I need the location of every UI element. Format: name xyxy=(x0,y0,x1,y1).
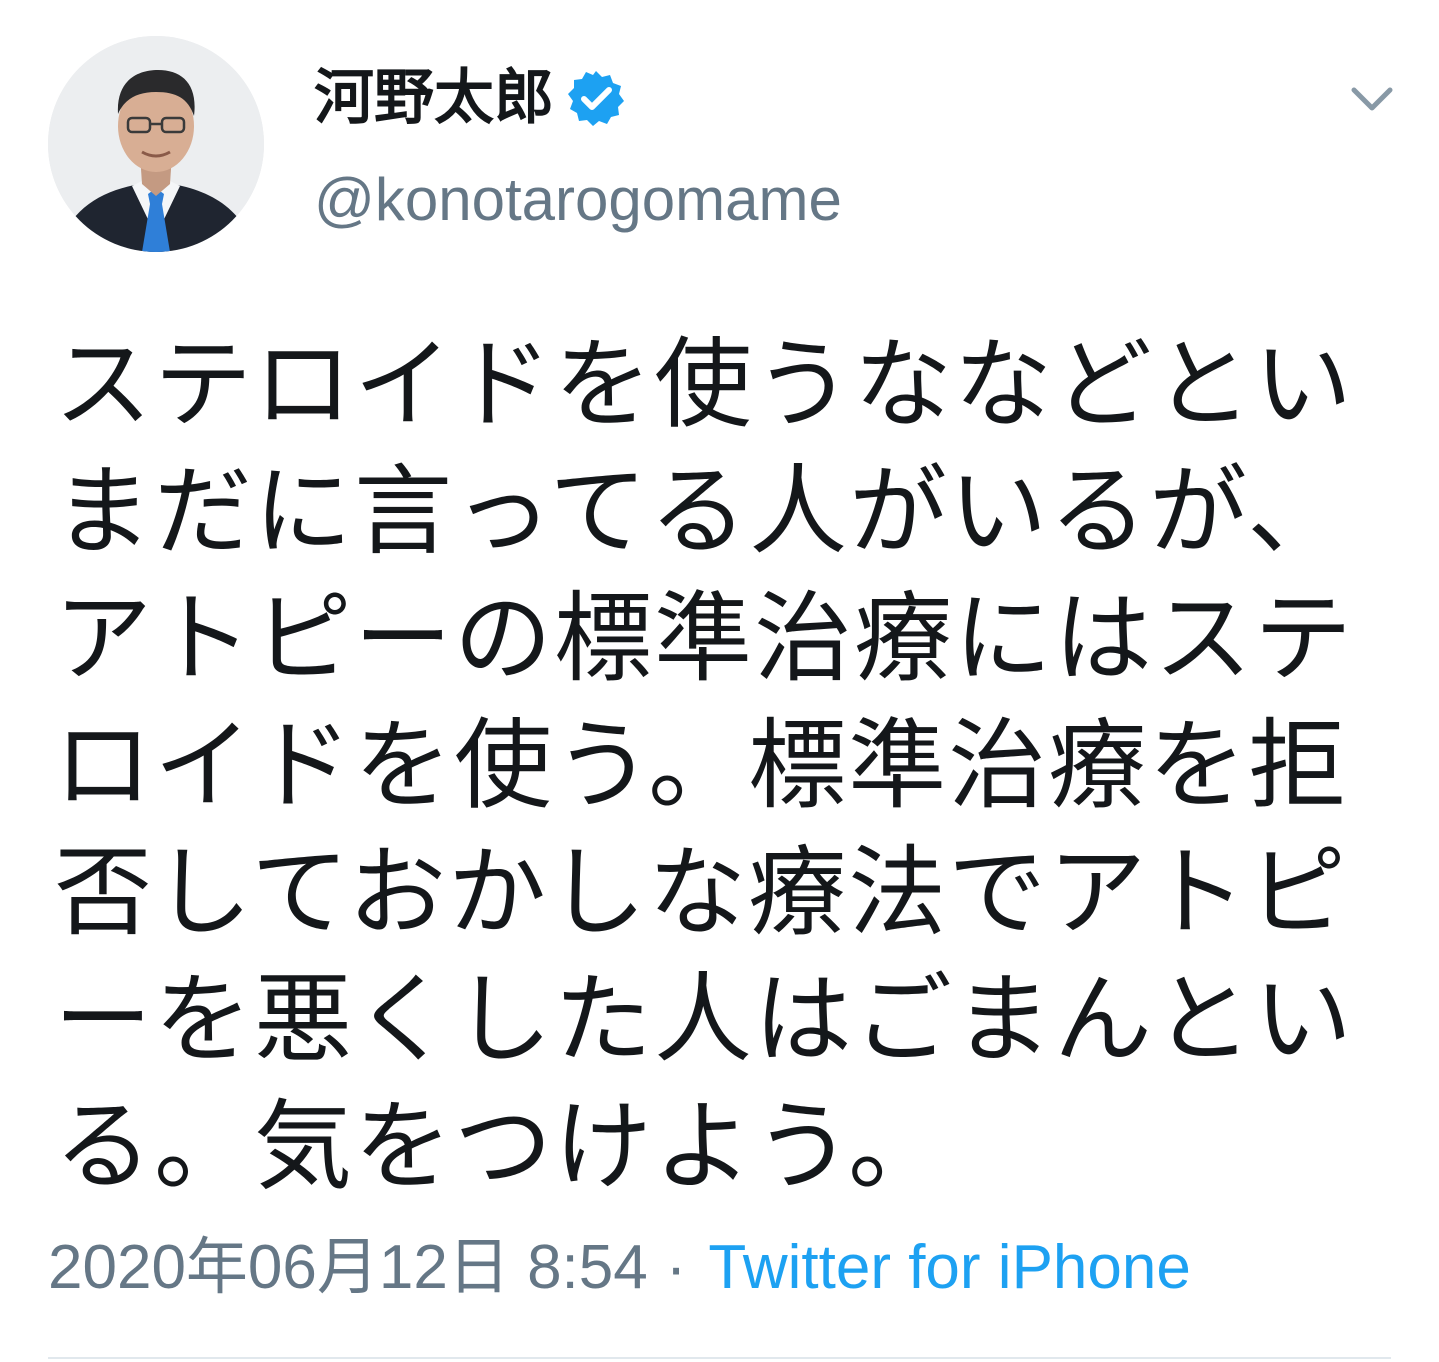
tweet-meta: 2020年06月12日 8:54 · Twitter for iPhone xyxy=(48,1228,1191,1308)
avatar-photo xyxy=(48,36,264,252)
meta-separator: · xyxy=(665,1233,687,1302)
verified-badge-icon xyxy=(566,68,626,128)
tweet-text: ステロイドを使うななどといまだに言ってる人がいるが、アトピーの標準治療にはステロ… xyxy=(54,328,1355,1204)
tweet-card: 河野太郎 @konotarogomame ステロイドを使うななどといまだに言って… xyxy=(0,0,1439,1362)
chevron-down-icon[interactable] xyxy=(1346,72,1398,124)
divider xyxy=(48,1357,1391,1359)
user-handle[interactable]: @konotarogomame xyxy=(314,160,842,240)
timestamp[interactable]: 2020年06月12日 8:54 xyxy=(48,1228,648,1308)
display-name[interactable]: 河野太郎 xyxy=(314,58,554,138)
display-name-row[interactable]: 河野太郎 xyxy=(314,58,626,138)
source-link[interactable]: Twitter for iPhone xyxy=(708,1228,1190,1308)
avatar[interactable] xyxy=(48,36,264,252)
